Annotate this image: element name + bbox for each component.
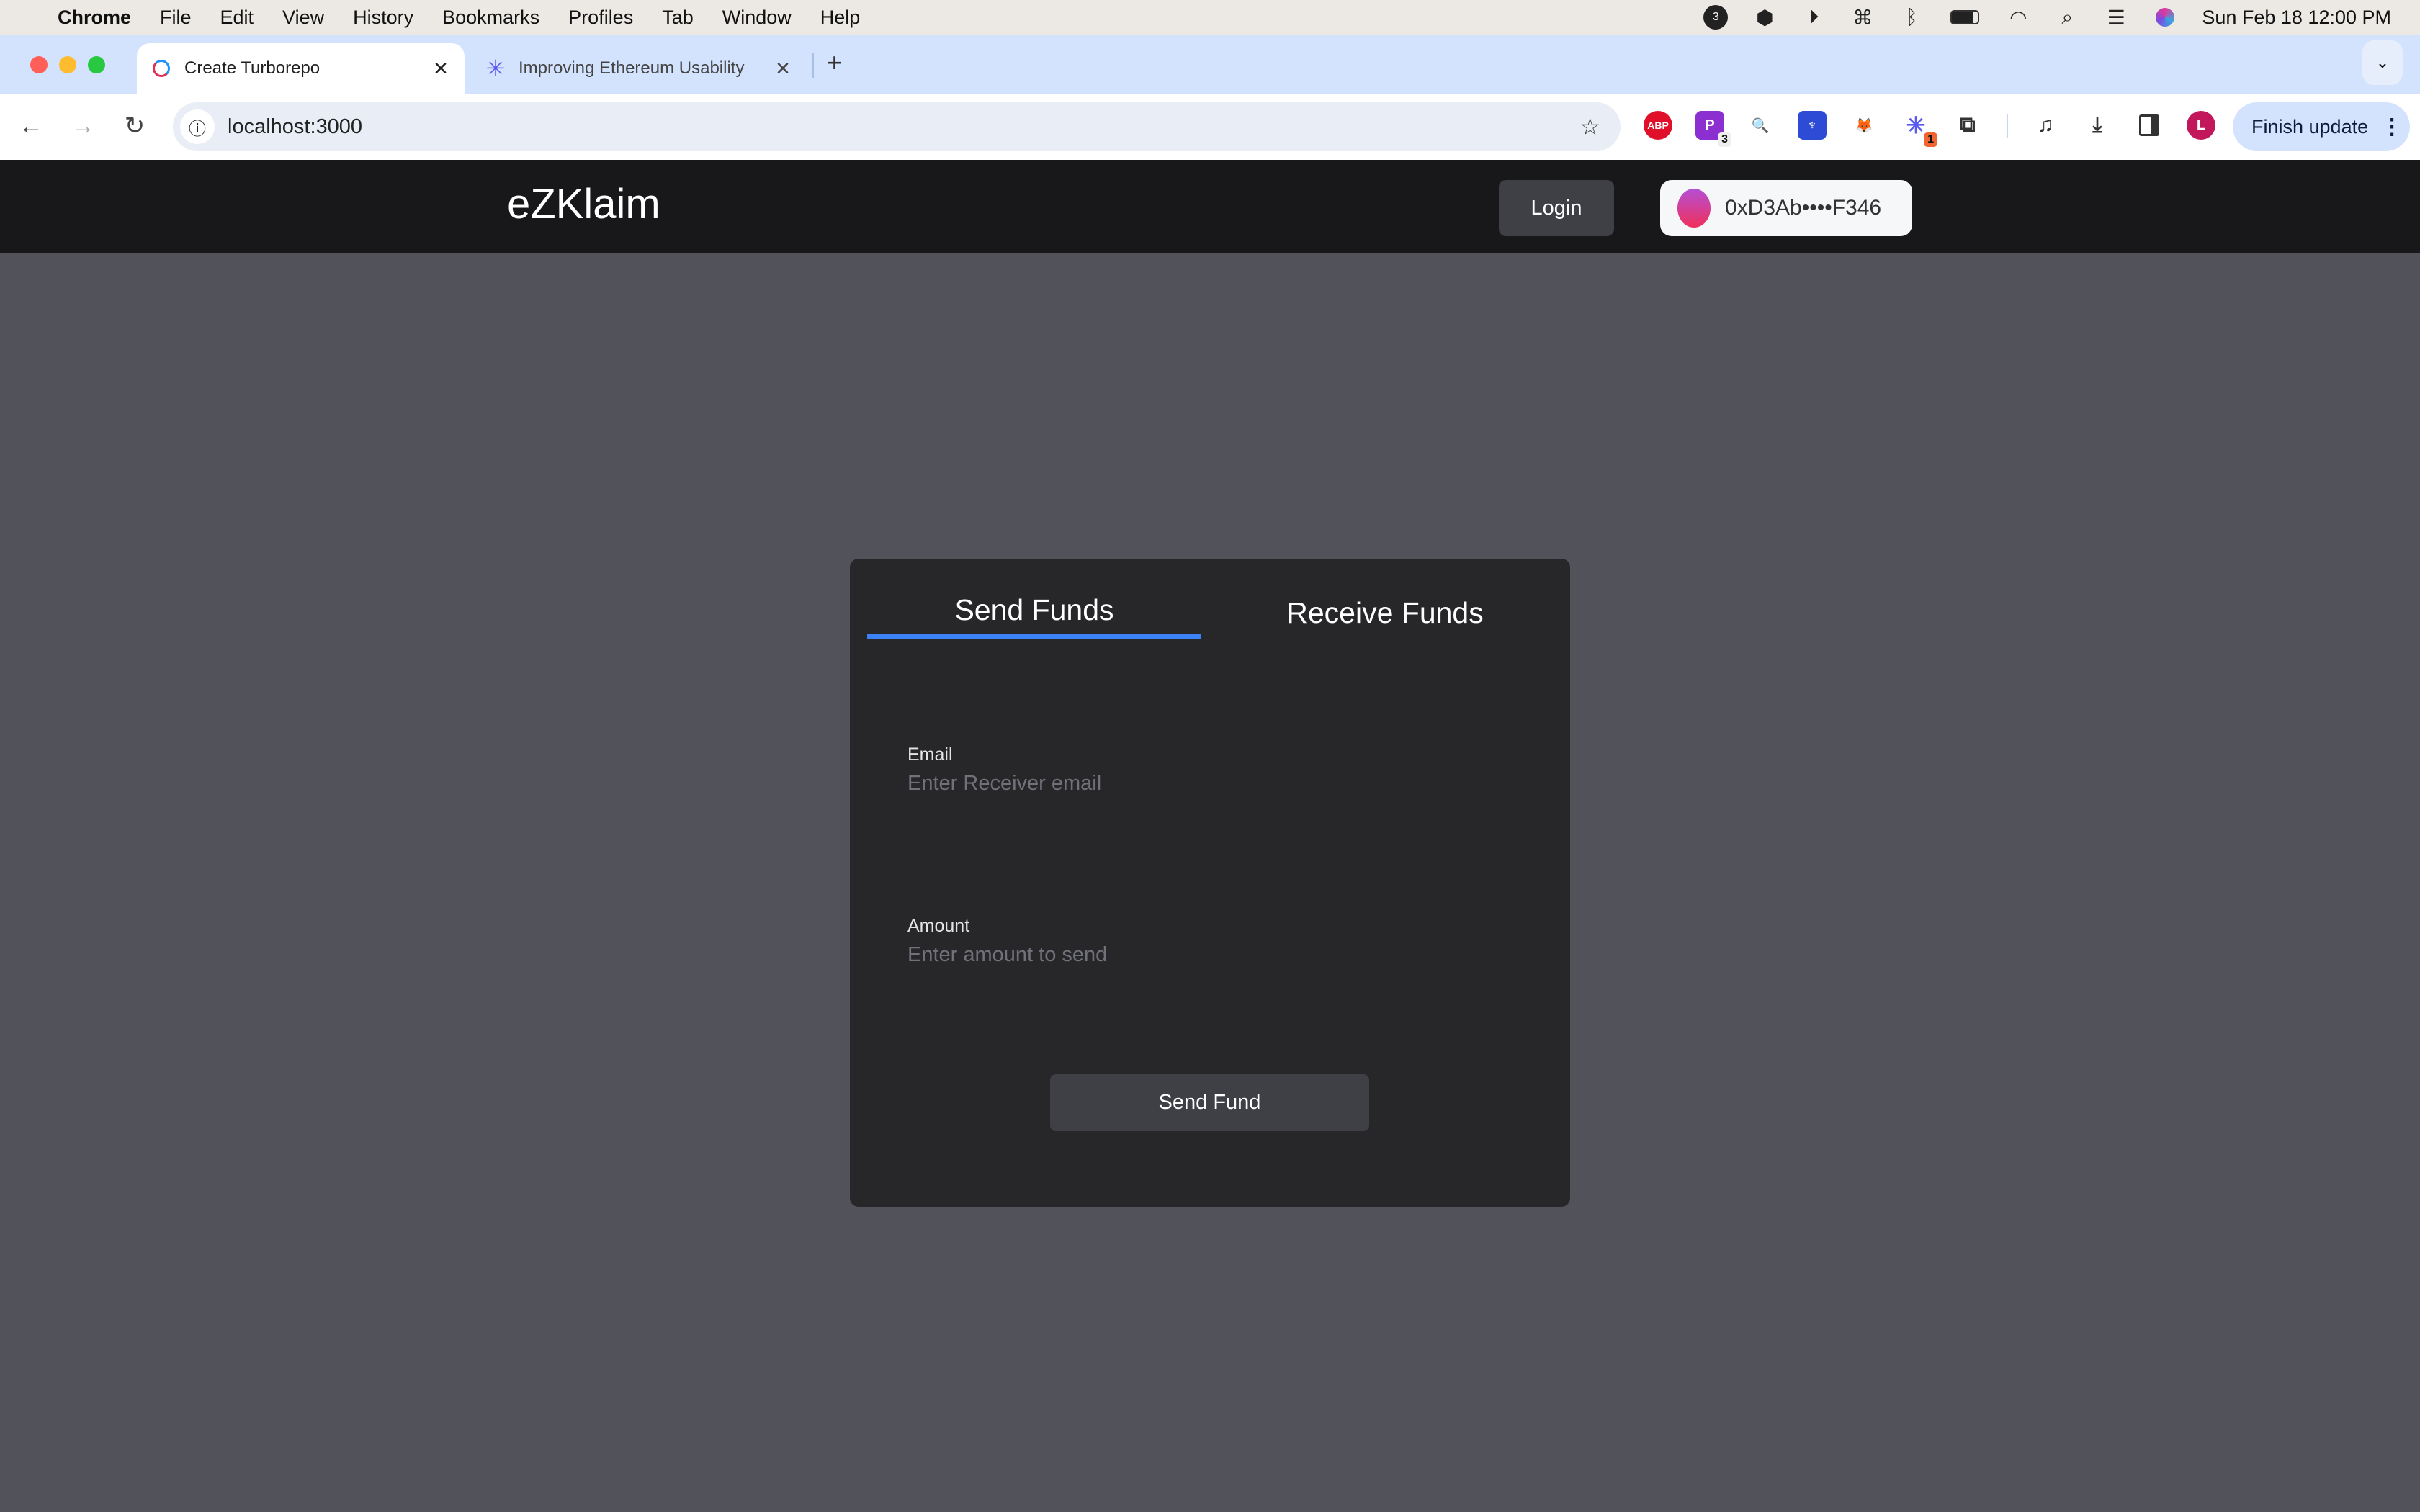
spark-extension-icon[interactable]: ✳ 1 <box>1901 111 1937 147</box>
menu-edit[interactable]: Edit <box>220 6 254 29</box>
tab-create-turborepo[interactable]: Create Turborepo ✕ <box>137 43 465 94</box>
spark-favicon-icon: ✳ <box>485 55 506 81</box>
macos-menubar: Chrome File Edit View History Bookmarks … <box>0 0 2420 35</box>
battery-icon[interactable] <box>1948 5 1981 30</box>
finish-update-button[interactable]: Finish update ⋮ <box>2233 102 2410 151</box>
menu-view[interactable]: View <box>282 6 324 29</box>
menu-file[interactable]: File <box>160 6 192 29</box>
ext-label: P <box>1705 117 1715 133</box>
extension-p-icon[interactable]: P3 <box>1695 111 1731 147</box>
cloud-badge-icon[interactable]: 3 <box>1703 5 1729 30</box>
control-center-icon[interactable]: ☰ <box>2104 5 2128 30</box>
keyboard-icon[interactable]: ⌘ <box>1850 5 1875 30</box>
close-tab-icon[interactable]: ✕ <box>430 58 452 80</box>
active-tab-indicator <box>867 634 1201 639</box>
menu-profiles[interactable]: Profiles <box>568 6 633 29</box>
menu-app-name[interactable]: Chrome <box>58 6 131 29</box>
finish-update-label: Finish update <box>2251 115 2369 138</box>
login-button[interactable]: Login <box>1499 180 1614 236</box>
toolbar-divider <box>2007 114 2008 138</box>
tab-title: Create Turborepo <box>184 58 321 78</box>
tab-receive-funds[interactable]: Receive Funds <box>1210 596 1560 630</box>
siri-icon[interactable] <box>2153 5 2177 30</box>
clock[interactable]: Sun Feb 18 12:00 PM <box>2202 6 2391 29</box>
adblock-plus-icon[interactable]: ABP <box>1644 111 1672 140</box>
amount-input[interactable] <box>908 937 1512 972</box>
reload-icon[interactable]: ↻ <box>117 108 153 144</box>
menu-tab[interactable]: Tab <box>662 6 694 29</box>
more-menu-icon[interactable]: ⋮ <box>2381 114 2403 140</box>
new-tab-button[interactable]: + <box>827 48 842 78</box>
search-icon[interactable]: ⌕ <box>2055 5 2079 30</box>
box-icon[interactable]: ⬢ <box>1752 5 1777 30</box>
close-tab-icon[interactable]: ✕ <box>772 58 794 80</box>
media-queue-icon[interactable]: ♫ <box>2031 111 2060 140</box>
wallet-avatar <box>1677 189 1711 228</box>
bookmark-star-icon[interactable]: ☆ <box>1579 113 1600 140</box>
menu-bookmarks[interactable]: Bookmarks <box>442 6 539 29</box>
tab-divider <box>812 53 814 78</box>
menu-history[interactable]: History <box>353 6 413 29</box>
side-panel-icon[interactable] <box>2135 111 2164 140</box>
bluetooth-icon[interactable]: ᛒ <box>1899 5 1924 30</box>
email-label: Email <box>908 744 953 765</box>
tab-title: Improving Ethereum Usability <box>519 58 745 78</box>
funds-card: Send Funds Receive Funds Email Amount Se… <box>850 559 1570 1207</box>
ext-badge: 1 <box>1924 132 1937 147</box>
ext-label: ✳ <box>1906 112 1926 138</box>
tab-send-funds[interactable]: Send Funds <box>867 593 1201 627</box>
menu-help[interactable]: Help <box>820 6 861 29</box>
maximize-window-button[interactable] <box>88 56 105 73</box>
amount-label: Amount <box>908 916 970 936</box>
extensions-puzzle-icon[interactable]: ⧉ <box>1953 111 1982 140</box>
metamask-fox-icon[interactable]: 🦊 <box>1850 111 1878 140</box>
forward-arrow-icon[interactable]: → <box>65 108 101 144</box>
ext-badge: 3 <box>1718 132 1731 147</box>
tab-improving-ethereum[interactable]: ✳ Improving Ethereum Usability ✕ <box>475 43 807 94</box>
download-icon[interactable]: ⤓ <box>2083 111 2112 140</box>
profile-avatar[interactable]: L <box>2187 111 2215 140</box>
send-fund-button[interactable]: Send Fund <box>1050 1074 1369 1131</box>
wallet-address: 0xD3Ab••••F346 <box>1725 196 1882 220</box>
play-icon[interactable]: ⏵ <box>1801 5 1826 30</box>
menu-window[interactable]: Window <box>722 6 792 29</box>
back-arrow-icon[interactable]: ← <box>13 108 49 144</box>
email-input[interactable] <box>908 766 1512 801</box>
octopus-extension-icon[interactable]: ♆ <box>1798 111 1827 140</box>
brand-logo[interactable]: eZKlaim <box>507 180 660 228</box>
wallet-connect-button[interactable]: 0xD3Ab••••F346 <box>1660 180 1912 236</box>
close-window-button[interactable] <box>30 56 48 73</box>
app-header <box>0 160 2420 253</box>
tab-search-chevron-down-icon[interactable]: ⌄ <box>2362 40 2403 85</box>
site-info-icon[interactable]: ⓘ <box>180 109 215 144</box>
address-bar[interactable]: ⓘ localhost:3000 ☆ <box>173 102 1621 151</box>
magnifier-extension-icon[interactable]: 🔍 <box>1746 111 1775 140</box>
url-text[interactable]: localhost:3000 <box>228 115 362 139</box>
turborepo-favicon-icon <box>151 58 171 78</box>
minimize-window-button[interactable] <box>59 56 76 73</box>
wifi-icon[interactable]: ◠ <box>2006 5 2030 30</box>
